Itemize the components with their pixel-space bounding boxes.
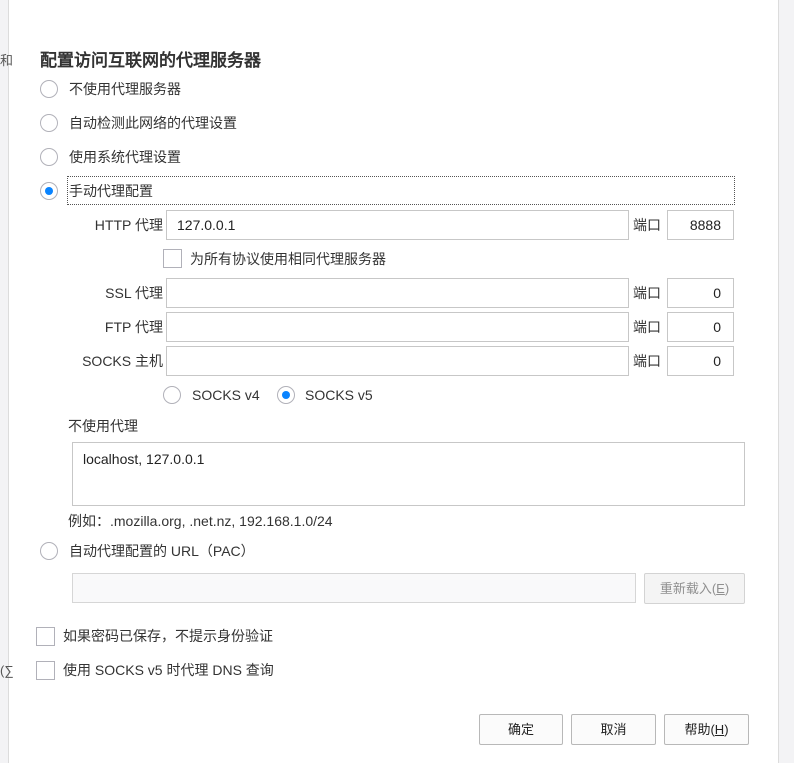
no-proxy-for-textarea[interactable]: localhost, 127.0.0.1	[72, 442, 745, 506]
ssl-port-label: 端口	[633, 285, 661, 301]
background-text-fragment: 和	[0, 53, 14, 68]
socks-host-label: SOCKS 主机	[82, 353, 163, 369]
background-window-right	[778, 0, 794, 763]
help-button-close: )	[724, 722, 729, 737]
socks-dns-checkbox[interactable]	[36, 661, 55, 680]
pac-url-label[interactable]: 自动代理配置的 URL（PAC）	[69, 541, 255, 561]
no-proxy-example-text: 例如：.mozilla.org, .net.nz, 192.168.1.0/24	[68, 513, 333, 529]
ssl-port-input[interactable]	[667, 278, 734, 308]
cancel-button[interactable]: 取消	[571, 714, 656, 745]
ftp-port-input[interactable]	[667, 312, 734, 342]
socks-port-input[interactable]	[667, 346, 734, 376]
socks-dns-label[interactable]: 使用 SOCKS v5 时代理 DNS 查询	[63, 660, 274, 680]
no-proxy-label[interactable]: 不使用代理服务器	[69, 79, 181, 99]
ssl-proxy-input[interactable]	[166, 278, 629, 308]
same-proxy-label[interactable]: 为所有协议使用相同代理服务器	[190, 249, 386, 269]
http-proxy-input[interactable]	[166, 210, 629, 240]
ssl-proxy-label: SSL 代理	[105, 285, 163, 301]
reload-button[interactable]: 重新载入(E)	[644, 573, 745, 604]
manual-proxy-radio[interactable]	[40, 182, 58, 200]
background-window-left	[0, 0, 9, 763]
pac-url-radio[interactable]	[40, 542, 58, 560]
manual-proxy-label[interactable]: 手动代理配置	[69, 181, 153, 201]
auto-detect-radio[interactable]	[40, 114, 58, 132]
system-proxy-radio[interactable]	[40, 148, 58, 166]
reload-accesskey: E	[716, 581, 725, 596]
http-port-label: 端口	[633, 217, 661, 233]
no-proxy-for-label: 不使用代理	[68, 418, 138, 434]
auto-detect-label[interactable]: 自动检测此网络的代理设置	[69, 113, 237, 133]
no-prompt-auth-label[interactable]: 如果密码已保存，不提示身份验证	[63, 626, 273, 646]
pac-url-input[interactable]	[72, 573, 636, 603]
dialog-title: 配置访问互联网的代理服务器	[40, 51, 261, 70]
ftp-port-label: 端口	[633, 319, 661, 335]
http-port-input[interactable]	[667, 210, 734, 240]
socks-v5-label[interactable]: SOCKS v5	[305, 385, 373, 405]
help-button-label: 帮助(	[684, 722, 715, 737]
reload-button-label: 重新载入(	[659, 581, 717, 596]
ok-button[interactable]: 确定	[479, 714, 563, 745]
http-proxy-label: HTTP 代理	[94, 217, 163, 233]
help-accesskey: H	[714, 722, 725, 737]
manual-proxy-focus-ring	[67, 176, 735, 205]
socks-v5-radio[interactable]	[277, 386, 295, 404]
background-text-fragment: (∑	[0, 663, 14, 678]
no-proxy-radio[interactable]	[40, 80, 58, 98]
socks-v4-radio[interactable]	[163, 386, 181, 404]
socks-v4-label[interactable]: SOCKS v4	[192, 385, 260, 405]
socks-host-input[interactable]	[166, 346, 629, 376]
same-proxy-checkbox[interactable]	[163, 249, 182, 268]
ftp-proxy-label: FTP 代理	[104, 319, 163, 335]
help-button[interactable]: 帮助(H)	[664, 714, 749, 745]
system-proxy-label[interactable]: 使用系统代理设置	[69, 147, 181, 167]
socks-port-label: 端口	[633, 353, 661, 369]
no-prompt-auth-checkbox[interactable]	[36, 627, 55, 646]
ftp-proxy-input[interactable]	[166, 312, 629, 342]
reload-button-close: )	[724, 581, 730, 596]
